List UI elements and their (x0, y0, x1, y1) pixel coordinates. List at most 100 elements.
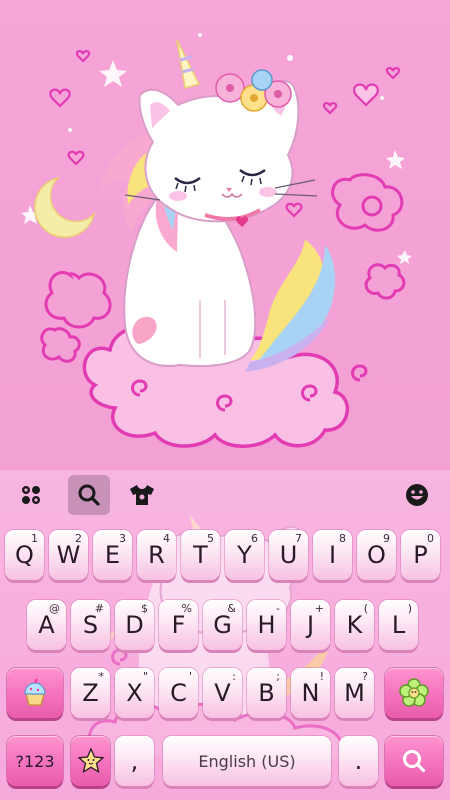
key-hint: ! (319, 670, 324, 683)
key-o[interactable]: O9 (357, 530, 396, 580)
key-v[interactable]: V: (203, 668, 242, 718)
key-label: L (391, 611, 406, 639)
key-u[interactable]: U7 (269, 530, 308, 580)
key-label: S (82, 611, 99, 639)
key-m[interactable]: M? (335, 668, 374, 718)
key-label: Y (237, 541, 252, 569)
key-d[interactable]: D $ (115, 600, 154, 650)
apps-grid-icon (22, 486, 40, 504)
key-label: J (306, 611, 315, 639)
keyboard: Q1 W2 E3 R4 T5 Y6 U7 I8 O9 P0 A @ S # D $ F… (0, 470, 450, 800)
symbols-key[interactable]: ?123 (7, 736, 63, 786)
key-j[interactable]: J + (291, 600, 330, 650)
key-s[interactable]: S # (71, 600, 110, 650)
key-label: ?123 (15, 751, 55, 771)
key-hint: 2 (75, 532, 82, 545)
key-k[interactable]: K( (335, 600, 374, 650)
unicorn-cat-artwork (21, 33, 412, 448)
key-hint: $ (141, 602, 148, 615)
key-label: K (346, 611, 363, 639)
emoji-key[interactable] (71, 736, 110, 786)
key-label: A (38, 611, 55, 639)
key-hint: 1 (31, 532, 38, 545)
key-q[interactable]: Q1 (5, 530, 44, 580)
theme-shirt-icon (130, 485, 154, 505)
key-hint: 9 (383, 532, 390, 545)
emoji-button[interactable] (396, 475, 438, 515)
key-hint: + (314, 602, 324, 615)
key-label: G (213, 611, 232, 639)
key-label: Q (15, 541, 34, 569)
key-label: H (257, 611, 276, 639)
key-label: I (328, 541, 337, 569)
key-label: O (367, 541, 386, 569)
key-a[interactable]: A @ (27, 600, 66, 650)
key-hint: 8 (339, 532, 346, 545)
search-icon (78, 484, 100, 506)
space-label: English (US) (198, 751, 296, 771)
key-g[interactable]: G & (203, 600, 242, 650)
key-b[interactable]: B; (247, 668, 286, 718)
key-label: C (170, 679, 187, 707)
key-r[interactable]: R4 (137, 530, 176, 580)
keyboard-theme-screen: Q1 W2 E3 R4 T5 Y6 U7 I8 O9 P0 A @ S # D $ F… (0, 0, 450, 800)
key-hint: @ (49, 602, 60, 615)
key-hint: # (94, 602, 104, 615)
key-f[interactable]: F% (159, 600, 198, 650)
key-label: E (104, 541, 121, 569)
key-y[interactable]: Y6 (225, 530, 264, 580)
key-hint: ? (362, 670, 368, 683)
key-label: U (279, 541, 298, 569)
key-h[interactable]: H- (247, 600, 286, 650)
space-key[interactable]: English (US) (163, 736, 331, 786)
star-face-icon (76, 747, 105, 774)
key-i[interactable]: I8 (313, 530, 352, 580)
key-t[interactable]: T5 (181, 530, 220, 580)
shift-key[interactable] (7, 668, 63, 718)
emoji-smile-icon (406, 484, 428, 506)
key-label: M (344, 679, 365, 707)
key-label: T (193, 541, 208, 569)
key-label: F (171, 611, 186, 639)
delete-key[interactable] (385, 668, 443, 718)
key-l[interactable]: L) (379, 600, 418, 650)
key-label: , (130, 747, 139, 775)
key-label: . (354, 747, 363, 775)
theme-button[interactable] (121, 475, 163, 515)
key-x[interactable]: X " (115, 668, 154, 718)
key-hint: & (227, 602, 236, 615)
key-label: R (148, 541, 165, 569)
key-label: W (56, 541, 81, 569)
key-hint: 0 (427, 532, 434, 545)
key-hint: " (142, 670, 148, 683)
key-hint: : (232, 670, 236, 683)
key-label: V (214, 679, 231, 707)
key-hint: 3 (119, 532, 126, 545)
key-hint: * (98, 670, 105, 683)
key-label: B (258, 679, 275, 707)
key-hint: % (181, 602, 192, 615)
key-hint: 4 (163, 532, 170, 545)
key-hint: ; (276, 670, 280, 683)
comma-key[interactable]: , (115, 736, 154, 786)
key-label: N (301, 679, 320, 707)
search-button[interactable] (68, 475, 110, 515)
key-label: D (125, 611, 144, 639)
key-e[interactable]: E3 (93, 530, 132, 580)
key-hint: ( (363, 602, 368, 615)
key-c[interactable]: C ' (159, 668, 198, 718)
flower-icon (399, 678, 429, 707)
apps-grid-button[interactable] (10, 475, 52, 515)
key-p[interactable]: P0 (401, 530, 440, 580)
key-hint: 5 (207, 532, 214, 545)
period-key[interactable]: . (339, 736, 378, 786)
cupcake-icon (24, 678, 46, 706)
key-w[interactable]: W2 (49, 530, 88, 580)
key-hint: ) (407, 602, 412, 615)
key-n[interactable]: N! (291, 668, 330, 718)
key-label: P (413, 541, 428, 569)
key-hint: 7 (295, 532, 302, 545)
enter-search-key[interactable] (385, 736, 443, 786)
key-label: Z (82, 679, 99, 707)
key-z[interactable]: Z * (71, 668, 110, 718)
